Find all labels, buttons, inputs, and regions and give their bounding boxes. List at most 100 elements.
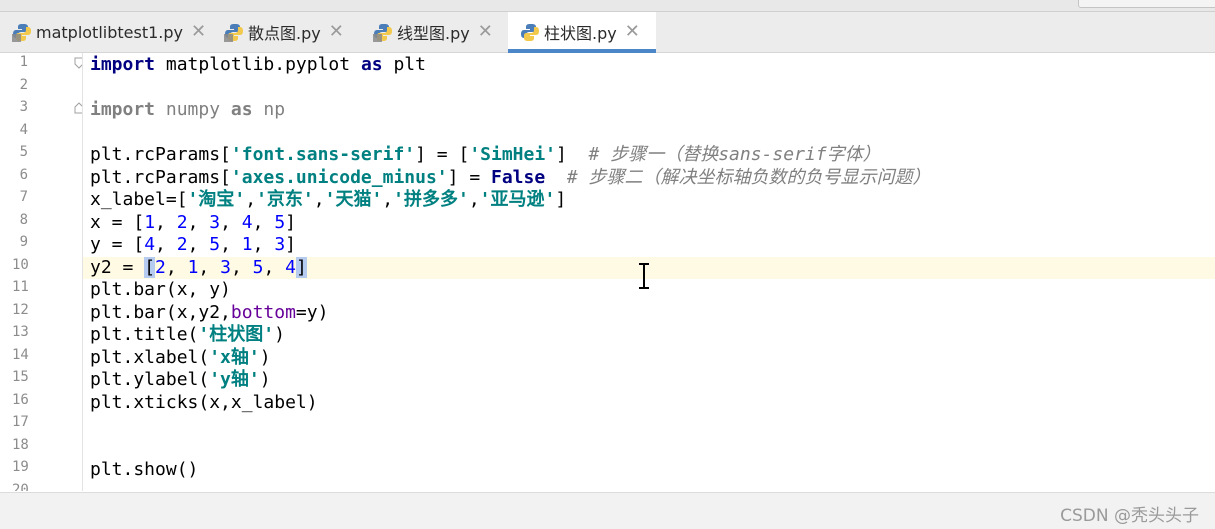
code-token: plt.show() (90, 459, 199, 480)
code-token: plt.bar(x, y) (90, 279, 231, 300)
line-number: 12 (12, 301, 29, 318)
code-line[interactable]: x = [1, 2, 3, 4, 5] (83, 212, 1215, 235)
code-token: 1 (241, 234, 253, 255)
code-line[interactable]: plt.bar(x,y2,bottom=y) (83, 302, 1215, 325)
code-token: '亚马逊' (479, 189, 556, 210)
code-token: 5 (252, 256, 264, 278)
code-text: x_label=['淘宝','京东','天猫','拼多多','亚马逊'] (90, 189, 566, 211)
code-text: import numpy as np (90, 99, 285, 121)
code-line[interactable]: plt.xticks(x,x_label) (83, 392, 1215, 415)
code-token: ] (285, 234, 296, 255)
code-token: , (263, 256, 286, 278)
code-token: 3 (274, 234, 286, 255)
code-token: False (491, 166, 546, 188)
window-top-strip (0, 0, 1215, 12)
code-token: ] = (447, 166, 491, 188)
code-token: 4 (144, 234, 156, 255)
code-line[interactable]: import matplotlib.pyplot as plt (83, 54, 1215, 77)
code-token: numpy (155, 99, 231, 120)
code-line[interactable] (83, 122, 1215, 145)
code-line[interactable]: plt.show() (83, 459, 1215, 482)
code-token: ) (259, 369, 271, 390)
tab-line-chart[interactable]: 线型图.py ✕ (373, 12, 503, 52)
i-beam-cursor-icon (639, 263, 649, 289)
close-icon[interactable]: ✕ (191, 23, 206, 41)
code-line[interactable] (83, 482, 1215, 492)
code-token: plt.bar(x,y2, (90, 301, 231, 323)
status-bar: CSDN @秃头头子 (0, 492, 1215, 529)
code-token: 'SimHei' (469, 144, 557, 165)
code-text: plt.title('柱状图') (90, 324, 285, 346)
code-token: 'x轴' (209, 346, 260, 368)
fold-marker-icon[interactable] (74, 57, 83, 69)
code-token: 'axes.unicode_minus' (230, 166, 448, 188)
code-token: '天猫' (324, 189, 383, 210)
line-number: 4 (19, 121, 28, 138)
tab-label: matplotlibtest1.py (36, 22, 183, 42)
code-token: [ (144, 256, 156, 278)
code-token: , (155, 234, 177, 255)
code-line[interactable]: plt.ylabel('y轴') (83, 369, 1215, 392)
code-token: 3 (209, 211, 221, 233)
code-token: , (252, 211, 275, 233)
close-icon[interactable]: ✕ (329, 23, 344, 41)
code-token: , (245, 189, 257, 210)
code-token: '淘宝' (187, 189, 246, 210)
code-token: ] (285, 211, 296, 233)
code-line[interactable]: plt.xlabel('x轴') (83, 347, 1215, 370)
fold-marker-icon[interactable] (74, 102, 83, 114)
code-token: np (252, 99, 286, 120)
tab-scatter[interactable]: 散点图.py ✕ (224, 12, 354, 52)
code-token: 5 (274, 211, 286, 233)
code-token: 1 (187, 256, 199, 278)
tab-label: 线型图.py (397, 24, 470, 43)
code-line[interactable]: x_label=['淘宝','京东','天猫','拼多多','亚马逊'] (83, 189, 1215, 212)
code-text: plt.bar(x,y2,bottom=y) (90, 302, 328, 324)
code-token: , (155, 211, 177, 233)
code-line[interactable]: import numpy as np (83, 99, 1215, 122)
code-token: import (90, 54, 156, 75)
code-line[interactable]: y = [4, 2, 5, 1, 3] (83, 234, 1215, 257)
code-token: matplotlib.pyplot (155, 54, 361, 75)
code-line[interactable] (83, 414, 1215, 437)
code-token: 2 (176, 234, 188, 255)
code-token: x_label=[ (90, 189, 188, 210)
code-line[interactable]: plt.rcParams['axes.unicode_minus'] = Fal… (83, 167, 1215, 190)
code-token: , (230, 256, 253, 278)
code-token: plt.xticks(x,x_label) (90, 391, 318, 413)
line-number-gutter[interactable]: 1 2 3 4 5 6 7 8 9 10 11 12 13 14 15 16 17 18 19 20 (0, 53, 83, 491)
line-number: 7 (19, 189, 28, 205)
code-token: as (360, 54, 383, 75)
code-token: , (187, 211, 210, 233)
line-number: 17 (12, 414, 29, 430)
python-icon (224, 24, 243, 42)
tab-bar-chart[interactable]: 柱状图.py ✕ (508, 12, 656, 53)
code-token: 1 (144, 211, 156, 233)
code-token: bottom (230, 301, 296, 323)
line-number: 16 (12, 391, 29, 408)
code-line[interactable] (83, 437, 1215, 460)
code-token: , (220, 211, 242, 233)
code-token: , (187, 234, 210, 255)
line-number: 14 (12, 346, 29, 363)
code-token: y = [ (90, 234, 145, 255)
code-token: plt.ylabel( (90, 369, 210, 390)
code-token: plt.rcParams[ (90, 166, 231, 188)
line-number: 11 (12, 279, 29, 295)
code-line[interactable]: plt.rcParams['font.sans-serif'] = ['SimH… (83, 144, 1215, 167)
python-icon (373, 24, 392, 42)
code-line[interactable]: plt.title('柱状图') (83, 324, 1215, 347)
code-token: as (230, 99, 253, 120)
line-number: 2 (19, 76, 28, 93)
python-icon (12, 24, 31, 42)
line-number: 6 (19, 166, 28, 183)
python-icon (521, 24, 539, 41)
code-token: # 步骤二（解决坐标轴负数的负号显示问题） (566, 166, 931, 188)
code-line[interactable] (83, 77, 1215, 100)
toolbar-button-partial[interactable] (1078, 0, 1215, 8)
close-icon[interactable]: ✕ (625, 23, 640, 41)
close-icon[interactable]: ✕ (478, 23, 493, 41)
code-token: ] = [ (415, 144, 470, 165)
tab-matplotlibtest1[interactable]: matplotlibtest1.py ✕ (12, 12, 208, 52)
